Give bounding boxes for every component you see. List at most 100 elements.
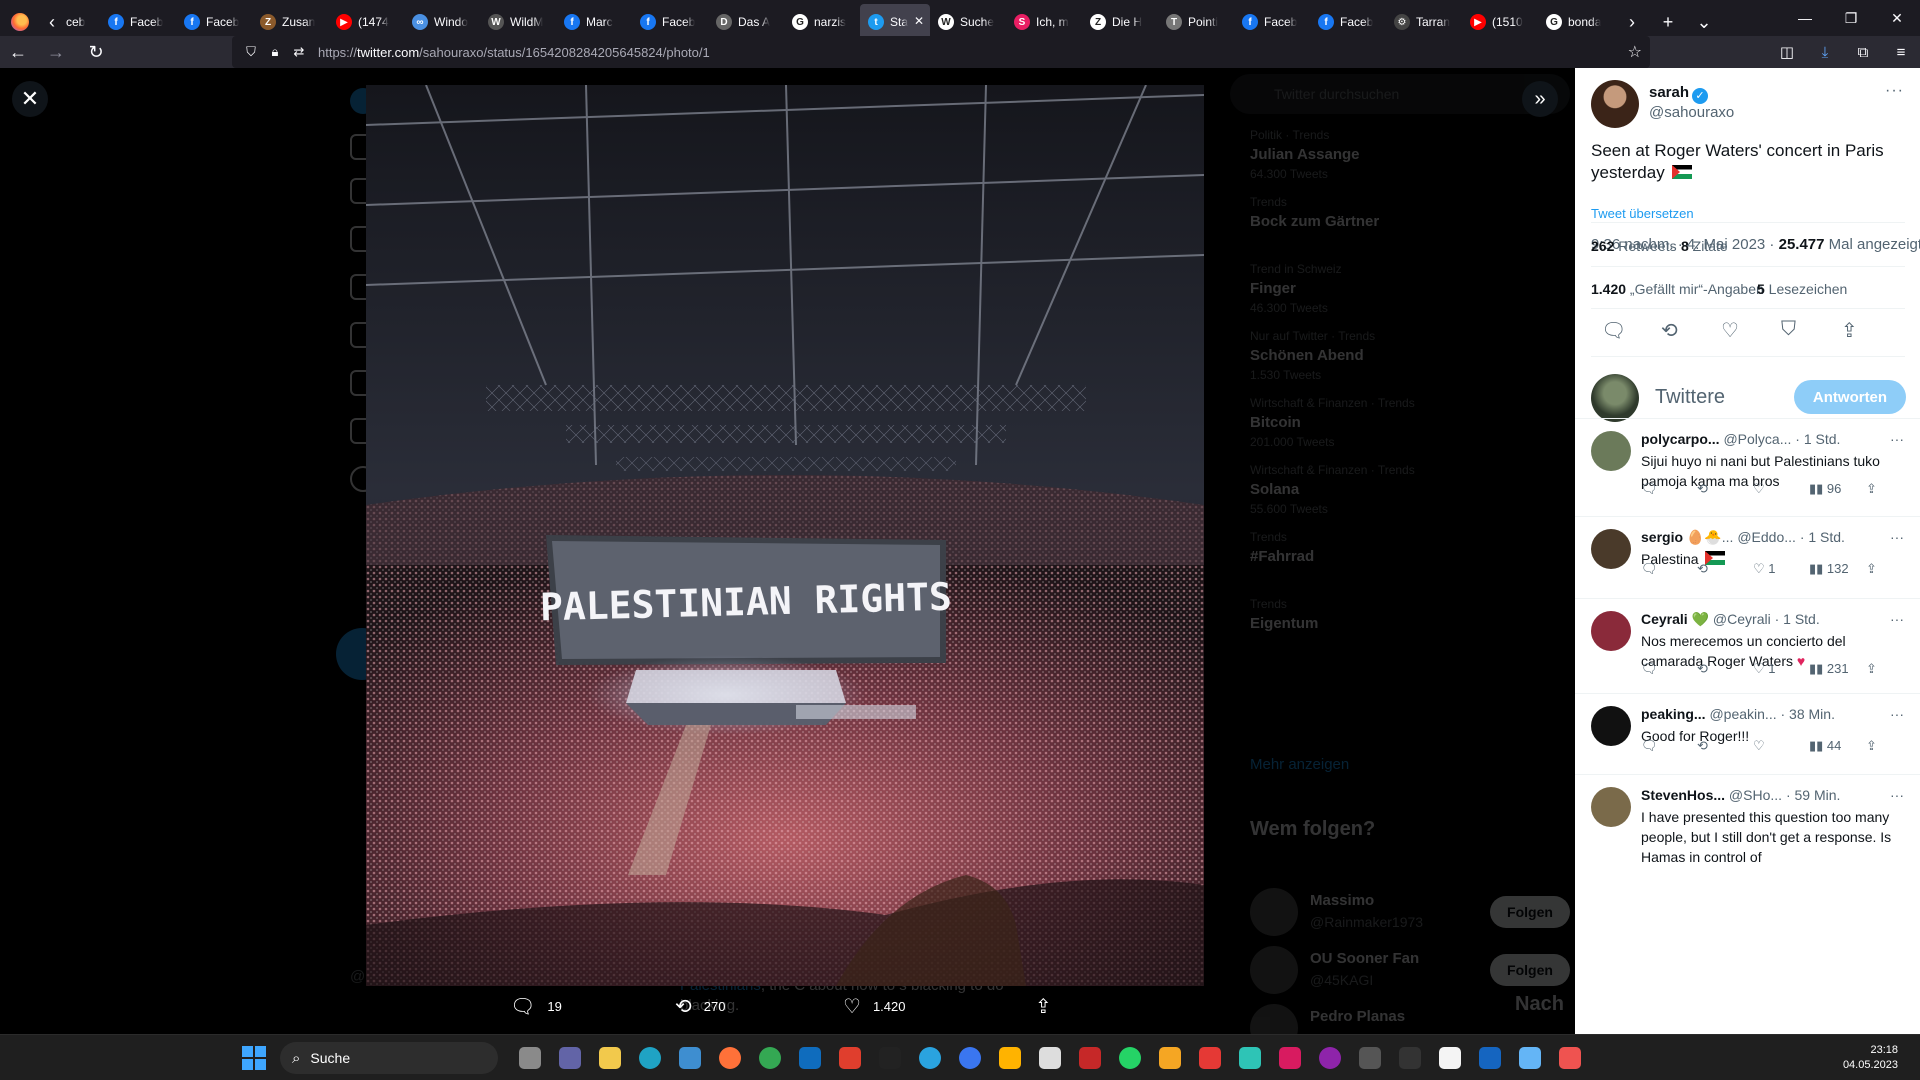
url-bar[interactable]: ⛉ 🔒︎ ⇄ https://twitter.com/sahouraxo/sta…: [232, 36, 1650, 68]
taskbar-search[interactable]: ⌕ Suche: [280, 1042, 498, 1074]
reply-icon[interactable]: 🗨︎: [1641, 481, 1658, 497]
retweet-icon[interactable]: ⟲: [1697, 661, 1708, 677]
more-options-icon[interactable]: ···: [1890, 787, 1904, 803]
views-icon[interactable]: ▮▮ 96: [1809, 481, 1841, 497]
tab[interactable]: T Pointi: [1158, 4, 1234, 40]
photo-share-button[interactable]: ⇪: [1035, 994, 1064, 1019]
terminal-icon[interactable]: [1390, 1042, 1430, 1074]
reply-author-name[interactable]: Ceyrali: [1641, 611, 1688, 627]
url-text[interactable]: https://twitter.com/sahouraxo/status/165…: [318, 45, 710, 60]
app-icon[interactable]: [1270, 1042, 1310, 1074]
reply-time[interactable]: · 38 Min.: [1781, 706, 1835, 722]
reload-button[interactable]: ↻: [78, 36, 114, 68]
tab[interactable]: ∞ Windo: [404, 4, 480, 40]
close-tab-icon[interactable]: ✕: [914, 14, 924, 28]
menu-icon[interactable]: ≡: [1882, 36, 1920, 68]
heart-icon[interactable]: ♡ 1: [1753, 661, 1776, 677]
share-icon[interactable]: ⇪: [1866, 738, 1877, 754]
likes-stat[interactable]: 1.420 „Gefällt mir“-Angaben: [1591, 281, 1764, 297]
tab[interactable]: Gbonda: [1538, 4, 1614, 40]
tab[interactable]: f Faceb: [100, 4, 176, 40]
translate-link[interactable]: Tweet übersetzen: [1591, 206, 1694, 221]
avatar[interactable]: [1591, 529, 1631, 569]
whatsapp-icon[interactable]: [1110, 1042, 1150, 1074]
avatar[interactable]: [1591, 431, 1631, 471]
app-icon[interactable]: [1030, 1042, 1070, 1074]
edge-icon[interactable]: [630, 1042, 670, 1074]
retweets-stat[interactable]: 262 Retweets: [1591, 238, 1677, 254]
reply-author-name[interactable]: peaking...: [1641, 706, 1706, 722]
photo-like-button[interactable]: ♡ 1.420: [843, 994, 905, 1019]
reply-tweet[interactable]: peaking... @peakin... · 38 Min. ··· Good f…: [1575, 693, 1920, 774]
reply-tweet[interactable]: polycarpo... @Polyca... · 1 Std. ··· Sijui…: [1575, 418, 1920, 516]
chrome-icon[interactable]: [750, 1042, 790, 1074]
tab[interactable]: ⚙ Tarran: [1386, 4, 1462, 40]
app-icon[interactable]: [1550, 1042, 1590, 1074]
tab[interactable]: f Faceb: [632, 4, 708, 40]
reply-input[interactable]: Twittere: [1655, 386, 1725, 409]
close-icon[interactable]: ✕: [12, 81, 48, 117]
permissions-icon[interactable]: ⇄: [288, 41, 310, 63]
lock-icon[interactable]: 🔒︎: [264, 41, 286, 63]
app-icon[interactable]: [990, 1042, 1030, 1074]
heart-icon[interactable]: ♡: [1721, 318, 1739, 343]
reply-icon[interactable]: 🗨︎: [1641, 738, 1658, 754]
reply-time[interactable]: · 1 Std.: [1795, 431, 1840, 447]
tab[interactable]: f Faceb: [1234, 4, 1310, 40]
taskbar-clock[interactable]: 23:18 04.05.2023: [1843, 1043, 1898, 1073]
reply-tweet[interactable]: sergio 🥚🐣... @Eddo... · 1 Std. ··· Palesti…: [1575, 516, 1920, 598]
bookmarks-stat[interactable]: 5 Lesezeichen: [1757, 281, 1847, 297]
download-icon[interactable]: ⤓: [1806, 36, 1844, 68]
reply-time[interactable]: · 59 Min.: [1786, 787, 1840, 803]
more-options-icon[interactable]: ···: [1885, 82, 1904, 100]
views-icon[interactable]: ▮▮ 132: [1809, 561, 1849, 577]
teams-icon[interactable]: [550, 1042, 590, 1074]
notepad-icon[interactable]: [1510, 1042, 1550, 1074]
tab[interactable]: W Suche: [930, 4, 1006, 40]
author-handle[interactable]: @sahouraxo: [1649, 104, 1734, 121]
bookmark-icon[interactable]: ⛉: [1781, 318, 1796, 341]
avatar[interactable]: [1591, 706, 1631, 746]
reply-handle[interactable]: @Polyca...: [1723, 431, 1791, 447]
retweet-icon[interactable]: ⟲: [1697, 738, 1708, 754]
reply-handle[interactable]: @SHo...: [1729, 787, 1782, 803]
tab[interactable]: t Sta ✕: [860, 4, 930, 40]
app-icon[interactable]: [1190, 1042, 1230, 1074]
tab[interactable]: Z Die H: [1082, 4, 1158, 40]
reply-handle[interactable]: @Eddo...: [1737, 529, 1796, 545]
retweet-icon[interactable]: ⟲: [1697, 561, 1708, 577]
tab[interactable]: D Das A: [708, 4, 784, 40]
avatar[interactable]: [1591, 611, 1631, 651]
photo-retweet-button[interactable]: ⟲ 270: [675, 994, 725, 1019]
avatar[interactable]: [1591, 787, 1631, 827]
minimize-button[interactable]: —: [1782, 0, 1828, 36]
reply-author-name[interactable]: StevenHos...: [1641, 787, 1725, 803]
reply-icon[interactable]: 🗨︎: [1601, 318, 1626, 343]
collapse-panel-icon[interactable]: »: [1522, 81, 1558, 117]
photo-reply-button[interactable]: 🗨︎ 19: [510, 994, 562, 1019]
tab[interactable]: Gnarzis: [784, 4, 860, 40]
views-icon[interactable]: ▮▮ 44: [1809, 738, 1841, 754]
back-button[interactable]: ←: [0, 36, 36, 68]
reply-button[interactable]: Antworten: [1794, 380, 1906, 414]
retweet-icon[interactable]: ⟲: [1697, 481, 1708, 497]
live-icon[interactable]: [870, 1042, 910, 1074]
reply-tweet[interactable]: Ceyrali 💚 @Ceyrali · 1 Std. ··· Nos merece…: [1575, 598, 1920, 693]
share-icon[interactable]: ⇪: [1866, 561, 1877, 577]
telegram-icon[interactable]: [910, 1042, 950, 1074]
app-icon[interactable]: [1310, 1042, 1350, 1074]
heart-icon[interactable]: ♡ 1: [1753, 561, 1776, 577]
close-window-button[interactable]: ✕: [1874, 0, 1920, 36]
tab[interactable]: Z Zusan: [252, 4, 328, 40]
heart-icon[interactable]: ♡: [1753, 738, 1765, 754]
windows-start-icon[interactable]: [242, 1046, 266, 1070]
extensions-icon[interactable]: ⧉: [1844, 36, 1882, 68]
share-icon[interactable]: ⇪: [1866, 661, 1877, 677]
file-explorer-icon[interactable]: [590, 1042, 630, 1074]
reply-icon[interactable]: 🗨︎: [1641, 661, 1658, 677]
bookmark-star-icon[interactable]: ☆: [1628, 42, 1642, 62]
app-icon[interactable]: [1230, 1042, 1270, 1074]
reply-time[interactable]: · 1 Std.: [1775, 611, 1820, 627]
tab-partial[interactable]: ceb: [64, 4, 100, 40]
tab[interactable]: f Marc: [556, 4, 632, 40]
